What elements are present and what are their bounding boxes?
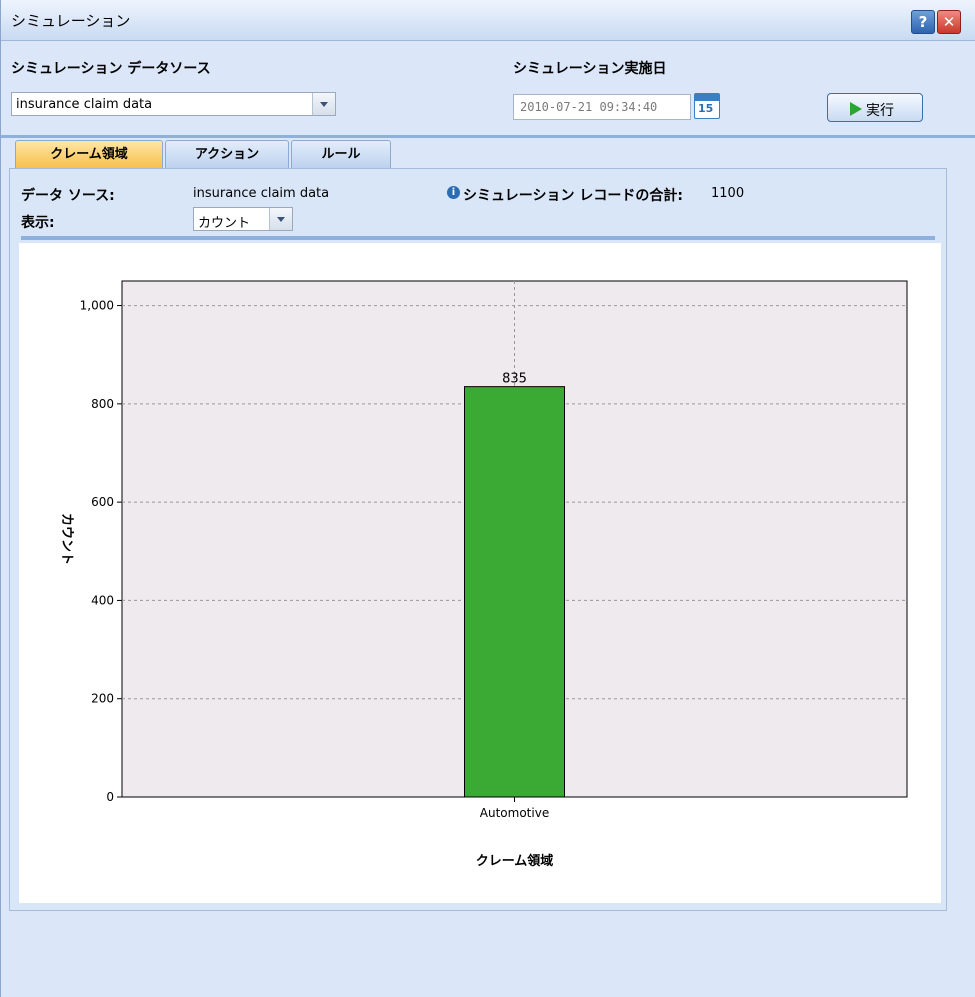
tab-actions[interactable]: アクション: [165, 140, 289, 168]
play-icon: [850, 102, 862, 116]
help-button[interactable]: ?: [911, 10, 935, 34]
window-title: シミュレーション: [11, 12, 131, 30]
close-button[interactable]: ✕: [937, 10, 961, 34]
calendar-header: [695, 94, 719, 101]
x-tick-label: Automotive: [480, 806, 549, 820]
panel-separator: [21, 236, 935, 240]
calendar-icon[interactable]: 15: [694, 93, 720, 119]
chevron-down-icon[interactable]: [312, 93, 335, 115]
y-tick-label: 200: [91, 692, 114, 706]
total-records-value: 1100: [711, 186, 745, 201]
chevron-down-icon[interactable]: [269, 208, 292, 230]
display-dropdown-value: カウント: [198, 216, 251, 231]
datasource-section-label: シミュレーション データソース: [11, 61, 211, 77]
bars: 835: [464, 372, 565, 798]
y-axis-label: カウント: [59, 513, 74, 565]
info-icon: i: [447, 186, 460, 199]
x-axis: Automotive: [480, 797, 549, 820]
x-axis-label: クレーム領域: [476, 853, 554, 869]
calendar-day: 15: [698, 102, 714, 115]
title-bar: シミュレーション ? ✕: [1, 0, 975, 41]
tab-claim-area[interactable]: クレーム領域: [15, 140, 163, 168]
run-button[interactable]: 実行: [827, 93, 923, 122]
display-label: 表示:: [21, 215, 55, 231]
run-date-value: 2010-07-21 09:34:40: [520, 100, 658, 114]
run-date-field[interactable]: 2010-07-21 09:34:40: [513, 94, 691, 120]
total-records-label: シミュレーション レコードの合計:: [463, 188, 683, 204]
panel-datasource-label: データ ソース:: [21, 188, 115, 204]
bar-chart: 0 200 400 600 800 1,000 835 Automotive カウント ク…: [59, 280, 908, 869]
y-axis: 0 200 400 600 800 1,000: [80, 299, 122, 804]
chart-area: 0 200 400 600 800 1,000 835 Automotive カウント ク…: [19, 243, 941, 903]
header-separator: [1, 135, 975, 138]
y-tick-label: 800: [91, 397, 114, 411]
simulation-window: シミュレーション ? ✕ シミュレーション データソース insurance c…: [0, 0, 975, 997]
bar[interactable]: [464, 386, 565, 798]
datasource-dropdown-value: insurance claim data: [16, 97, 153, 112]
panel-datasource-value: insurance claim data: [193, 186, 330, 201]
datasource-dropdown[interactable]: insurance claim data: [11, 92, 336, 116]
y-tick-label: 600: [91, 495, 114, 509]
run-date-label: シミュレーション実施日: [513, 61, 667, 77]
bar-data-label: 835: [502, 372, 527, 387]
y-tick-label: 0: [106, 790, 114, 804]
run-button-label: 実行: [866, 103, 894, 119]
y-tick-label: 1,000: [80, 299, 114, 313]
display-dropdown[interactable]: カウント: [193, 207, 293, 231]
tab-rules[interactable]: ルール: [291, 140, 391, 168]
y-tick-label: 400: [91, 593, 114, 607]
